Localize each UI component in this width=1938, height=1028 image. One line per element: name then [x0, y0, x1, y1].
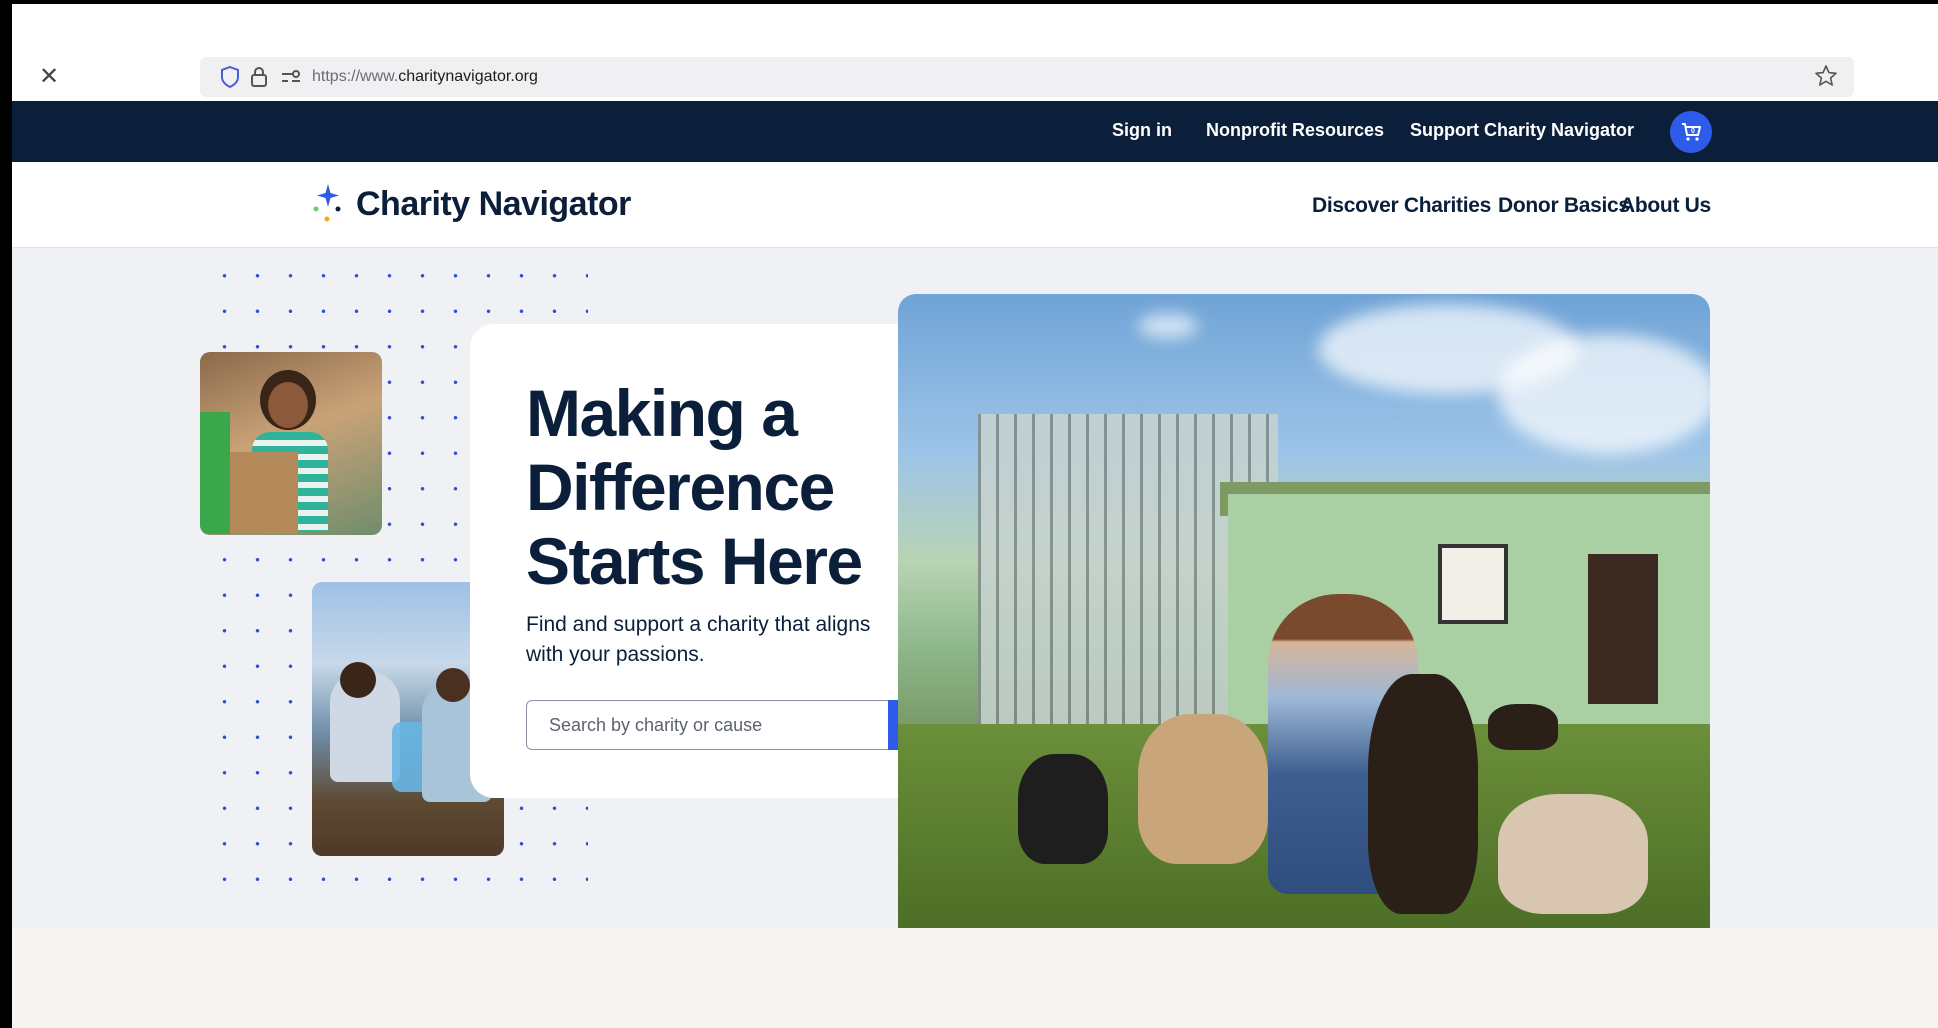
bookmark-star-icon[interactable]	[1814, 64, 1840, 90]
sign-in-link[interactable]: Sign in	[1112, 120, 1172, 141]
address-bar[interactable]: https://www.charitynavigator.org	[200, 57, 1854, 97]
logo-text: Charity Navigator	[356, 184, 631, 223]
url-text[interactable]: https://www.charitynavigator.org	[312, 68, 538, 86]
hero-subtext: Find and support a charity that aligns w…	[526, 613, 871, 666]
lock-icon[interactable]	[250, 66, 272, 88]
logo[interactable]: Charity Navigator	[312, 182, 631, 226]
search-form	[526, 700, 930, 750]
nav-donor-basics[interactable]: Donor Basics	[1498, 194, 1630, 218]
cart-count: 0	[1691, 128, 1695, 135]
browser-viewport: ✕ https://www.charitynavigator.org Sign …	[12, 4, 1938, 1028]
browser-top-strip	[12, 4, 1938, 54]
cart-button[interactable]: 0	[1670, 111, 1712, 153]
browser-toolbar: ✕ https://www.charitynavigator.org	[12, 54, 1938, 101]
logo-sparkle-icon	[313, 184, 341, 222]
close-icon[interactable]: ✕	[36, 64, 62, 90]
cart-icon: 0	[1682, 123, 1701, 141]
photo-girl-with-bag	[200, 352, 382, 535]
page-below-hero	[12, 928, 1938, 1028]
main-header: Charity Navigator Discover Charities Don…	[12, 162, 1938, 248]
utility-nav: Sign in Nonprofit Resources Support Char…	[12, 101, 1938, 162]
photo-woman-with-dogs	[898, 294, 1710, 930]
permissions-icon[interactable]	[280, 66, 302, 88]
nav-discover-charities[interactable]: Discover Charities	[1312, 194, 1491, 218]
support-link[interactable]: Support Charity Navigator	[1410, 120, 1634, 141]
hero-section: Making a Difference Starts Here Find and…	[12, 248, 1938, 930]
search-input[interactable]	[526, 700, 888, 750]
shield-icon[interactable]	[220, 65, 242, 89]
hero-headline: Making a Difference Starts Here	[526, 376, 863, 598]
nav-about-us[interactable]: About Us	[1620, 194, 1711, 218]
nonprofit-resources-link[interactable]: Nonprofit Resources	[1206, 120, 1384, 141]
